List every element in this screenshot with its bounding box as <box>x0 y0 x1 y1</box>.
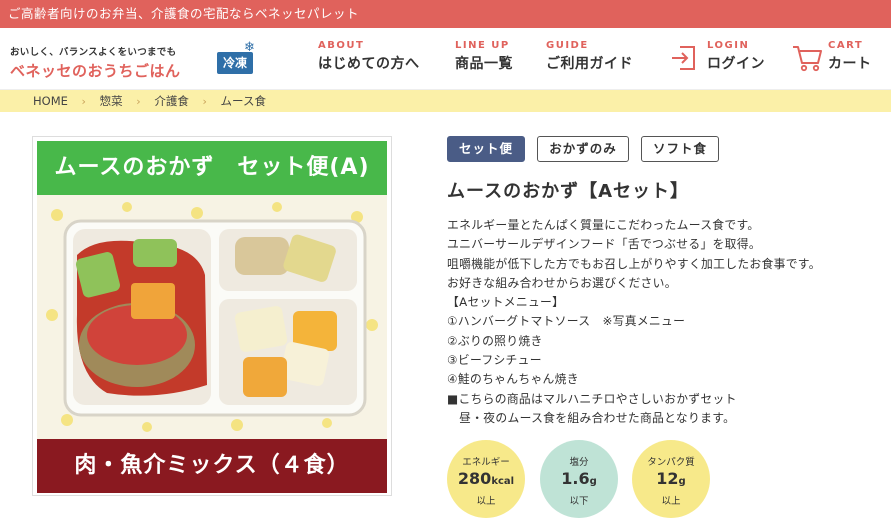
logo-tagline: おいしく、バランスよくをいつまでも <box>10 47 177 58</box>
nav-lineup-label: 商品一覧 <box>455 56 513 72</box>
nav-login-label: ログイン <box>707 56 765 72</box>
description-line: ③ビーフシチュー <box>447 353 542 368</box>
breadcrumb-sozai[interactable]: 惣菜 <box>100 90 123 112</box>
login-icon <box>672 46 695 70</box>
logo-name: ベネッセのおうちごはん <box>10 62 181 80</box>
tag-set-delivery[interactable]: セット便 <box>447 136 525 162</box>
energy-value: 280 <box>457 469 492 488</box>
description-line: 咀嚼機能が低下した方でもお召し上がりやすく加工したお食事です。 <box>447 256 821 271</box>
nutrition-condition: 以上 <box>476 496 496 507</box>
nav-lineup[interactable]: LINE UP 商品一覧 <box>455 40 513 73</box>
description-line: お好きな組み合わせからお選びください。 <box>447 275 677 290</box>
breadcrumb-kaigoshoku[interactable]: 介護食 <box>154 90 189 112</box>
image-top-label: ムースのおかず セット便(A) <box>37 141 387 195</box>
breadcrumb: HOME › 惣菜 › 介護食 › ムース食 <box>0 90 891 112</box>
chevron-right-icon: › <box>202 95 207 108</box>
nav-cart-label: カート <box>828 56 872 72</box>
image-bottom-label: 肉・魚介ミックス（４食） <box>37 439 387 493</box>
nutrition-condition: 以上 <box>661 496 681 507</box>
nav-about-label: はじめての方へ <box>318 56 420 72</box>
salt-unit: g <box>589 476 597 487</box>
description-line: エネルギー量とたんぱく質量にこだわったムース食です。 <box>447 218 760 232</box>
nav-about-en: ABOUT <box>318 40 365 51</box>
description-line: 【Aセットメニュー】 <box>447 295 565 310</box>
tag-okazu-only[interactable]: おかずのみ <box>537 136 629 162</box>
nutrition-value: 280kcal <box>447 470 525 491</box>
description-line: ②ぶりの照り焼き <box>447 333 543 348</box>
description-line: ■こちらの商品はマルハニチロやさしいおかずセット <box>447 391 737 406</box>
nav-guide-en: GUIDE <box>546 40 589 51</box>
top-banner: ご高齢者向けのお弁当、介護食の宅配ならベネッセパレット <box>0 0 891 28</box>
nutrition-condition: 以下 <box>569 496 589 507</box>
salt-value: 1.6 <box>561 469 590 488</box>
nav-login-text: LOGIN ログイン <box>707 40 765 73</box>
description-line: ④鮭のちゃんちゃん焼き <box>447 372 579 387</box>
product-description: エネルギー量とたんぱく質量にこだわったムース食です。 ユニバーサールデザインフー… <box>447 216 887 428</box>
nav-login-en: LOGIN <box>707 40 750 51</box>
frozen-badge: 冷凍 <box>217 52 253 74</box>
cart-icon <box>793 46 822 72</box>
nav-guide-label: ご利用ガイド <box>546 56 633 72</box>
product-image[interactable]: ムースのおかず セット便(A) 肉・魚介ミックス（４食） <box>32 136 392 496</box>
energy-unit: kcal <box>491 476 515 487</box>
description-line: 昼・夜のムース食を組み合わせた商品となります。 <box>447 410 736 425</box>
snowflake-icon: ❄ <box>244 40 255 55</box>
product-title: ムースのおかず【Aセット】 <box>447 181 690 202</box>
nav-about[interactable]: ABOUT はじめての方へ <box>318 40 420 73</box>
nav-cart-en: CART <box>828 40 864 51</box>
nutrition-label: タンパク質 <box>647 457 695 468</box>
chevron-right-icon: › <box>81 95 86 108</box>
food-tray-illustration <box>37 195 387 439</box>
description-line: ユニバーサールデザインフード「舌でつぶせる」を取得。 <box>447 237 761 252</box>
description-line: ①ハンバーグトマトソース ※写真メニュー <box>447 314 686 329</box>
nutrition-label: 塩分 <box>569 457 589 468</box>
nav-lineup-en: LINE UP <box>455 40 510 51</box>
breadcrumb-mousse: ムース食 <box>220 94 266 108</box>
chevron-right-icon: › <box>136 95 141 108</box>
nutrition-salt: 塩分 1.6g 以下 <box>540 440 618 518</box>
nutrition-energy: エネルギー 280kcal 以上 <box>447 440 525 518</box>
nutrition-value: 1.6g <box>540 470 618 491</box>
protein-value: 12 <box>656 469 679 488</box>
nav-guide[interactable]: GUIDE ご利用ガイド <box>546 40 633 73</box>
nutrition-label: エネルギー <box>462 457 510 468</box>
protein-unit: g <box>678 476 686 487</box>
nav-cart-text: CART カート <box>828 40 872 73</box>
breadcrumb-home[interactable]: HOME <box>33 90 68 112</box>
tag-soft-food[interactable]: ソフト食 <box>641 136 719 162</box>
site-header: おいしく、バランスよくをいつまでも ベネッセのおうちごはん 冷凍 ❄ ABOUT… <box>0 28 891 90</box>
nutrition-value: 12g <box>632 470 710 491</box>
nutrition-protein: タンパク質 12g 以上 <box>632 440 710 518</box>
